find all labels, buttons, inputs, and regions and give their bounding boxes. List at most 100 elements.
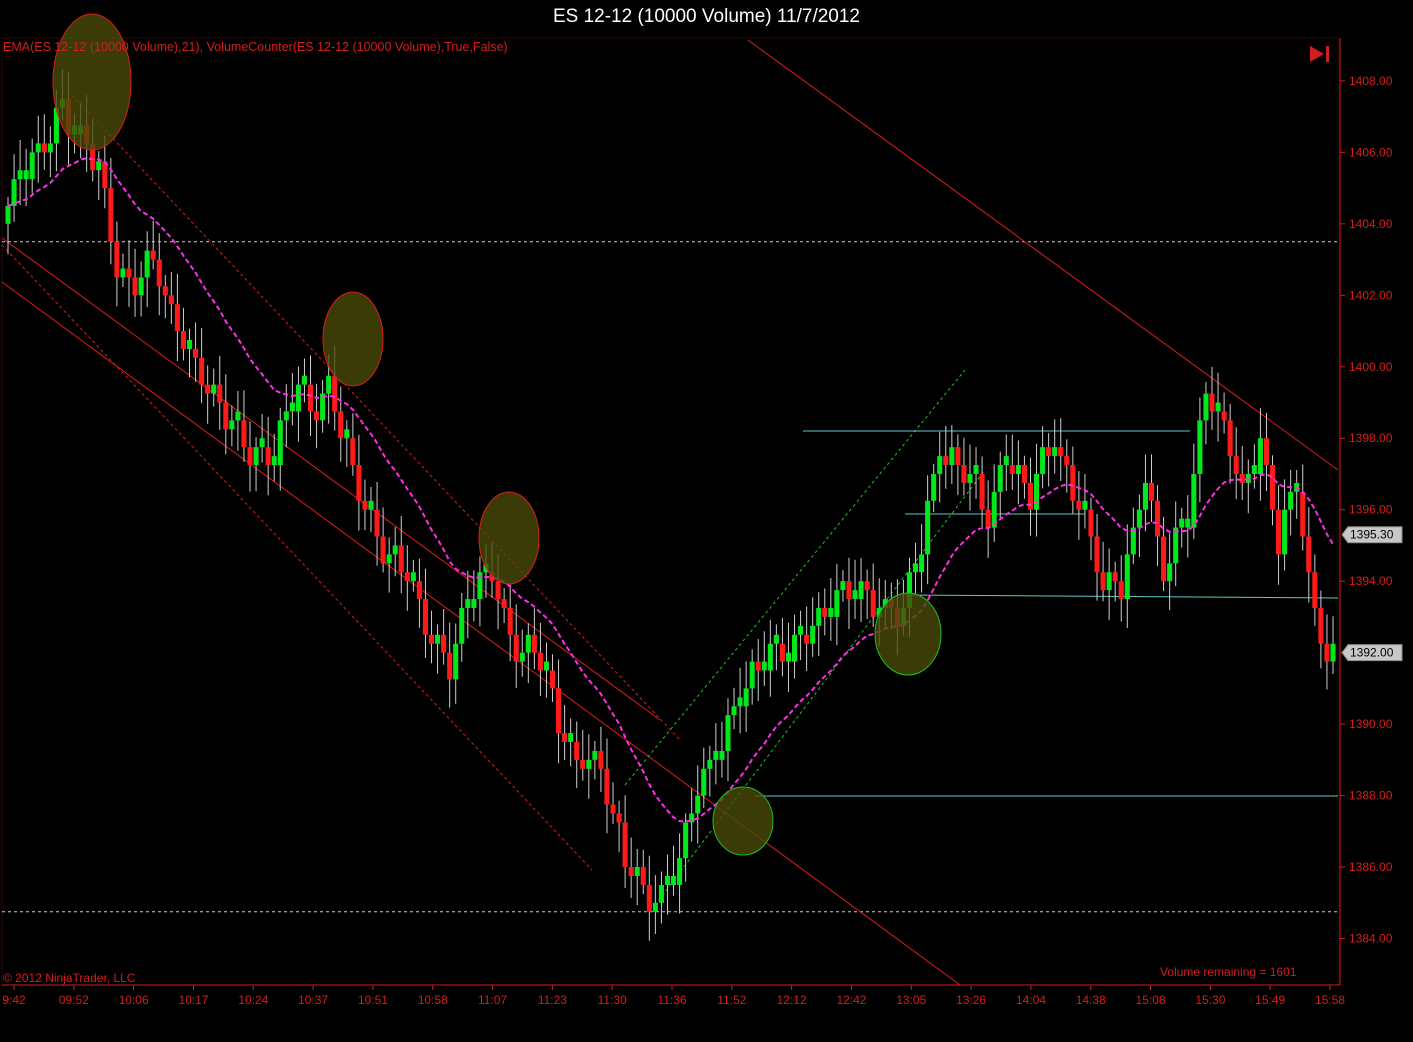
y-tick-label: 1406.00 bbox=[1349, 145, 1393, 159]
candle-body bbox=[652, 902, 658, 912]
uptrend-channel-top bbox=[624, 369, 966, 786]
candle-body bbox=[428, 634, 435, 644]
x-tick-label: 10:24 bbox=[238, 993, 268, 1007]
x-tick-label: 10:37 bbox=[298, 993, 328, 1007]
candle-body bbox=[695, 795, 701, 814]
candle-body bbox=[961, 465, 967, 483]
candle-body bbox=[435, 634, 441, 644]
candle-body bbox=[1148, 482, 1155, 501]
candle-body bbox=[804, 634, 810, 644]
candle-body bbox=[1263, 438, 1269, 466]
candle-body bbox=[912, 563, 919, 573]
candle-body bbox=[186, 339, 193, 349]
candle-body bbox=[150, 250, 156, 260]
candle-body bbox=[925, 500, 931, 555]
candle-body bbox=[1276, 509, 1282, 555]
candle-body bbox=[846, 581, 852, 600]
candle-body bbox=[1300, 491, 1306, 537]
candle-body bbox=[707, 759, 713, 769]
candle-body bbox=[937, 456, 943, 474]
candle-body bbox=[549, 670, 556, 689]
x-tick-label: 9:42 bbox=[2, 993, 26, 1007]
candle-body bbox=[477, 572, 483, 600]
x-tick-label: 15:49 bbox=[1255, 993, 1285, 1007]
candle-body bbox=[646, 884, 652, 912]
x-tick-label: 11:36 bbox=[657, 993, 686, 1007]
candle-body bbox=[1203, 393, 1209, 421]
candle-body bbox=[592, 750, 598, 760]
candle-body bbox=[834, 590, 840, 617]
candle-body bbox=[108, 188, 114, 242]
candle-body bbox=[967, 473, 973, 483]
candle-body bbox=[767, 643, 773, 671]
volume-remaining-text: Volume remaining = 1601 bbox=[1160, 965, 1297, 979]
candle-body bbox=[1251, 465, 1257, 474]
candle-body bbox=[713, 750, 719, 760]
candle-body bbox=[798, 625, 804, 635]
candle-body bbox=[816, 607, 822, 626]
candle-body bbox=[1088, 509, 1094, 537]
y-tick-label: 1402.00 bbox=[1349, 288, 1393, 302]
candle-body bbox=[5, 205, 11, 224]
candle-body bbox=[1330, 643, 1336, 662]
candle-body bbox=[314, 411, 320, 421]
candle-body bbox=[398, 545, 404, 573]
candle-body bbox=[35, 143, 41, 153]
candle-body bbox=[1124, 554, 1130, 600]
candle-body bbox=[755, 661, 761, 671]
candle-body bbox=[501, 599, 507, 608]
candle-body bbox=[453, 643, 459, 680]
candle-body bbox=[537, 652, 543, 671]
candle-body bbox=[858, 581, 864, 600]
x-tick-label: 10:06 bbox=[119, 993, 149, 1007]
candle-body bbox=[773, 634, 779, 644]
downtrend-line-lower bbox=[1, 281, 961, 986]
candle-body bbox=[410, 572, 416, 582]
x-tick-label: 12:12 bbox=[777, 993, 807, 1007]
candle-body bbox=[1100, 572, 1106, 591]
candle-body bbox=[628, 867, 634, 877]
candle-body bbox=[174, 304, 180, 332]
candle-body bbox=[1094, 536, 1100, 573]
candle-body bbox=[332, 375, 338, 412]
candle-body bbox=[1106, 572, 1112, 591]
candle-body bbox=[144, 250, 150, 278]
candle-body bbox=[193, 348, 199, 358]
x-tick-label: 15:58 bbox=[1315, 993, 1345, 1007]
candle-body bbox=[301, 375, 308, 385]
candle-body bbox=[289, 402, 295, 412]
candle-body bbox=[1239, 473, 1245, 483]
candle-body bbox=[356, 465, 362, 501]
skip-to-end-icon[interactable] bbox=[1306, 42, 1334, 66]
candle-body bbox=[1306, 536, 1312, 573]
candle-body bbox=[664, 876, 671, 885]
y-tick-label: 1388.00 bbox=[1349, 789, 1393, 803]
candle-body bbox=[41, 143, 47, 153]
candle-body bbox=[23, 170, 29, 180]
price-chart[interactable]: 1408.00 1406.00 1404.00 1402.00 1400.00 1398.… bbox=[0, 0, 1413, 1042]
candle-body bbox=[931, 473, 937, 501]
candle-body bbox=[1009, 465, 1015, 474]
candle-body bbox=[471, 599, 477, 608]
candle-body bbox=[779, 643, 785, 662]
candle-body bbox=[495, 581, 501, 600]
candle-body bbox=[465, 599, 471, 608]
candle-body bbox=[156, 259, 162, 287]
candle-body bbox=[586, 759, 592, 769]
candle-body bbox=[362, 500, 368, 510]
x-tick-label: 13:05 bbox=[896, 993, 926, 1007]
candle-body bbox=[223, 402, 229, 430]
y-tick-label: 1386.00 bbox=[1349, 860, 1393, 874]
candle-body bbox=[731, 706, 737, 716]
y-tick-label: 1394.00 bbox=[1349, 574, 1393, 588]
candle-body bbox=[701, 768, 707, 796]
x-tick-label: 11:23 bbox=[538, 993, 567, 1007]
candle-body bbox=[1118, 581, 1124, 600]
candle-body bbox=[241, 420, 247, 448]
price-tag-label: 1395.30 bbox=[1350, 528, 1394, 542]
candle-body bbox=[683, 822, 689, 859]
candle-body bbox=[1003, 456, 1009, 466]
y-tick-label: 1384.00 bbox=[1349, 932, 1393, 946]
candle-body bbox=[864, 581, 870, 591]
candle-body bbox=[247, 447, 253, 466]
